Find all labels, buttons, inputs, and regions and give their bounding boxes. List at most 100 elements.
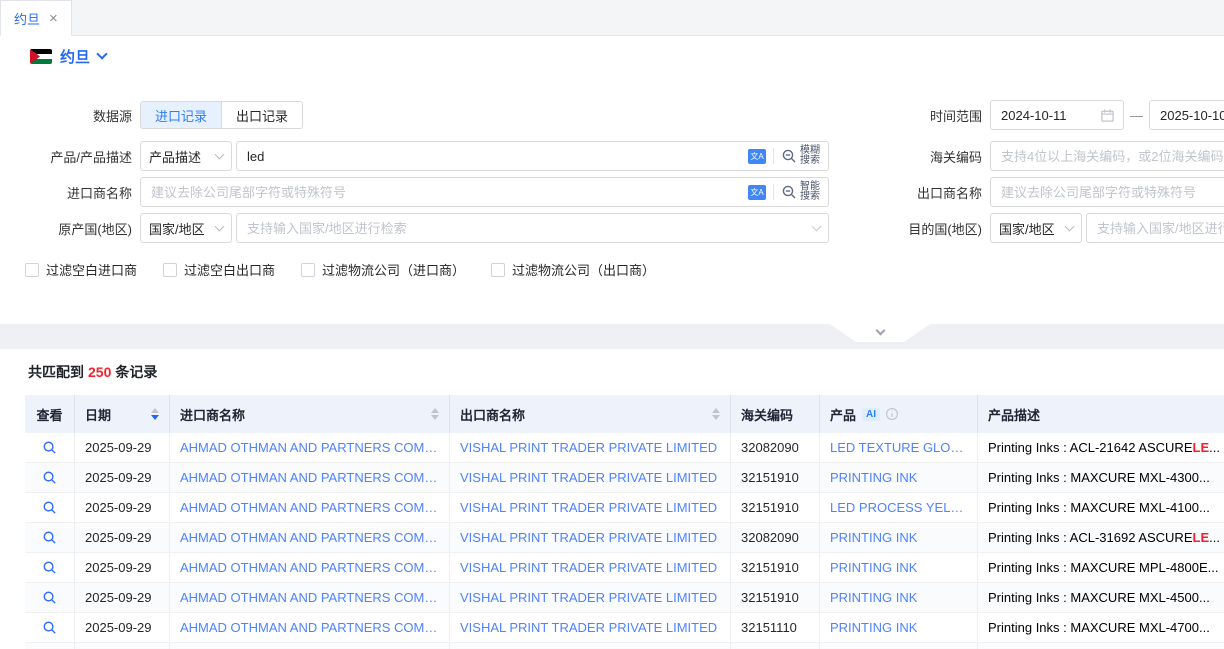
sort-icon[interactable]: [143, 408, 159, 420]
destination-country-label: 目的国(地区): [904, 219, 990, 238]
origin-country-input[interactable]: [237, 214, 813, 242]
exporter-link[interactable]: VISHAL PRINT TRADER PRIVATE LIMITED: [460, 620, 717, 635]
row-hs-code: 32082090: [731, 433, 820, 462]
table-row: 2025-09-29 AHMAD OTHMAN AND PARTNERS COM…: [25, 553, 1224, 583]
exporter-field[interactable]: [990, 177, 1224, 207]
collapse-band: [0, 324, 1224, 349]
view-record-button[interactable]: [42, 500, 57, 515]
importer-link[interactable]: AHMAD OTHMAN AND PARTNERS COMPA...: [180, 590, 439, 605]
importer-link[interactable]: AHMAD OTHMAN AND PARTNERS COMPA...: [180, 440, 439, 455]
destination-country-select[interactable]: 国家/地区: [990, 213, 1082, 243]
datasource-toggle: 进口记录 出口记录: [140, 101, 303, 129]
view-record-button[interactable]: [42, 590, 57, 605]
translate-icon[interactable]: 文A: [748, 149, 766, 164]
importer-link[interactable]: AHMAD OTHMAN AND PARTNERS COMPA...: [180, 560, 439, 575]
info-icon[interactable]: [885, 407, 899, 421]
row-date: 2025-09-29: [75, 463, 170, 492]
translate-icon[interactable]: 文A: [748, 185, 766, 200]
importer-input[interactable]: [141, 178, 748, 206]
col-product: 产品 AI: [820, 395, 978, 433]
checkbox-icon[interactable]: [25, 263, 39, 277]
exporter-link[interactable]: VISHAL PRINT TRADER PRIVATE LIMITED: [460, 440, 717, 455]
view-record-button[interactable]: [42, 440, 57, 455]
sort-icon[interactable]: [704, 408, 720, 420]
fuzzy-search-button[interactable]: 模糊搜索: [781, 146, 820, 166]
close-icon[interactable]: ×: [49, 11, 58, 26]
checkbox-icon[interactable]: [163, 263, 177, 277]
product-link[interactable]: PRINTING INK: [830, 560, 917, 575]
view-record-button[interactable]: [42, 620, 57, 635]
date-end-input[interactable]: [1150, 101, 1224, 129]
row-hs-code: 32151910: [731, 553, 820, 582]
table-body: 2025-09-29 AHMAD OTHMAN AND PARTNERS COM…: [25, 433, 1224, 649]
sort-icon[interactable]: [423, 408, 439, 420]
search-form: 数据源 进口记录 出口记录 时间范围 — 产品/产品描述 产品描述 文A: [0, 76, 1224, 305]
import-records-button[interactable]: 进口记录: [141, 102, 221, 128]
product-link[interactable]: PRINTING INK: [830, 530, 917, 545]
exporter-input[interactable]: [991, 178, 1224, 206]
product-link[interactable]: PRINTING INK: [830, 620, 917, 635]
importer-link[interactable]: AHMAD OTHMAN AND PARTNERS COMPA...: [180, 500, 439, 515]
checkbox-icon[interactable]: [491, 263, 505, 277]
origin-country-field[interactable]: [236, 213, 829, 243]
row-date: 2025-09-29: [75, 583, 170, 612]
filter-blank-importer[interactable]: 过滤空白进口商: [25, 260, 137, 279]
product-search-field[interactable]: 文A 模糊搜索: [236, 141, 829, 171]
table-row: 2025-09-29 AHMAD OTHMAN AND PARTNERS COM…: [25, 493, 1224, 523]
collapse-form-button[interactable]: [830, 324, 930, 342]
filter-checkbox-row: 过滤空白进口商 过滤空白出口商 过滤物流公司（进口商） 过滤物流公司（出口商）: [25, 260, 655, 279]
row-description: Printing Inks : MAXCURE MPL-4800E...: [978, 553, 1224, 582]
date-separator: —: [1130, 108, 1143, 123]
filter-blank-exporter[interactable]: 过滤空白出口商: [163, 260, 275, 279]
view-record-button[interactable]: [42, 560, 57, 575]
table-row: 2025-09-13 SAMSUNG ELECTRONICS CO LTD CÔ…: [25, 643, 1224, 649]
export-records-button[interactable]: 出口记录: [221, 102, 302, 128]
chevron-down-icon: [812, 222, 822, 232]
product-search-input[interactable]: [237, 142, 748, 170]
row-description: Printing Inks : ACL-21642 ASCURE LE...: [978, 433, 1224, 462]
exporter-link[interactable]: VISHAL PRINT TRADER PRIVATE LIMITED: [460, 590, 717, 605]
exporter-link[interactable]: VISHAL PRINT TRADER PRIVATE LIMITED: [460, 500, 717, 515]
importer-link[interactable]: AHMAD OTHMAN AND PARTNERS COMPA...: [180, 470, 439, 485]
origin-country-select[interactable]: 国家/地区: [140, 213, 232, 243]
exporter-link[interactable]: VISHAL PRINT TRADER PRIVATE LIMITED: [460, 470, 717, 485]
product-link[interactable]: PRINTING INK: [830, 470, 917, 485]
filter-logistics-importer[interactable]: 过滤物流公司（进口商）: [301, 260, 465, 279]
importer-link[interactable]: AHMAD OTHMAN AND PARTNERS COMPA...: [180, 620, 439, 635]
row-hs-code: 32082090: [731, 523, 820, 552]
view-record-button[interactable]: [42, 470, 57, 485]
smart-search-button[interactable]: 智能搜索: [781, 182, 820, 202]
view-record-button[interactable]: [42, 530, 57, 545]
importer-link[interactable]: AHMAD OTHMAN AND PARTNERS COMPA...: [180, 530, 439, 545]
row-date: 2025-09-13: [75, 643, 170, 649]
spacer: [0, 305, 1224, 324]
exporter-label: 出口商名称: [904, 183, 990, 202]
hs-code-label: 海关编码: [904, 147, 990, 166]
tab-jordan[interactable]: 约旦 ×: [0, 0, 72, 36]
product-link[interactable]: PRINTING INK: [830, 590, 917, 605]
calendar-icon[interactable]: [1100, 108, 1115, 123]
importer-field[interactable]: 文A 智能搜索: [140, 177, 829, 207]
date-start-field[interactable]: [990, 100, 1124, 130]
product-link[interactable]: LED TEXTURE GLOSS ...: [830, 440, 967, 455]
time-range-label: 时间范围: [904, 106, 990, 125]
hs-code-field[interactable]: [990, 141, 1224, 171]
row-date: 2025-09-29: [75, 523, 170, 552]
table-header: 查看 日期 进口商名称 出口商名称 海关编码 产品 AI 产品描述: [25, 395, 1224, 433]
checkbox-icon[interactable]: [301, 263, 315, 277]
country-header: 约旦: [0, 36, 1224, 76]
destination-country-input[interactable]: [1087, 214, 1224, 242]
product-field-select[interactable]: 产品描述: [140, 141, 232, 171]
destination-country-field[interactable]: [1086, 213, 1224, 243]
chevron-down-icon[interactable]: [96, 48, 107, 59]
table-row: 2025-09-29 AHMAD OTHMAN AND PARTNERS COM…: [25, 433, 1224, 463]
product-link[interactable]: LED PROCESS YELLOW...: [830, 500, 967, 515]
date-start-input[interactable]: [991, 101, 1100, 129]
hs-code-input[interactable]: [991, 142, 1224, 170]
exporter-link[interactable]: VISHAL PRINT TRADER PRIVATE LIMITED: [460, 530, 717, 545]
filter-logistics-exporter[interactable]: 过滤物流公司（出口商）: [491, 260, 655, 279]
product-label: 产品/产品描述: [0, 147, 140, 166]
table-row: 2025-09-29 AHMAD OTHMAN AND PARTNERS COM…: [25, 523, 1224, 553]
exporter-link[interactable]: VISHAL PRINT TRADER PRIVATE LIMITED: [460, 560, 717, 575]
date-end-field[interactable]: [1149, 100, 1224, 130]
